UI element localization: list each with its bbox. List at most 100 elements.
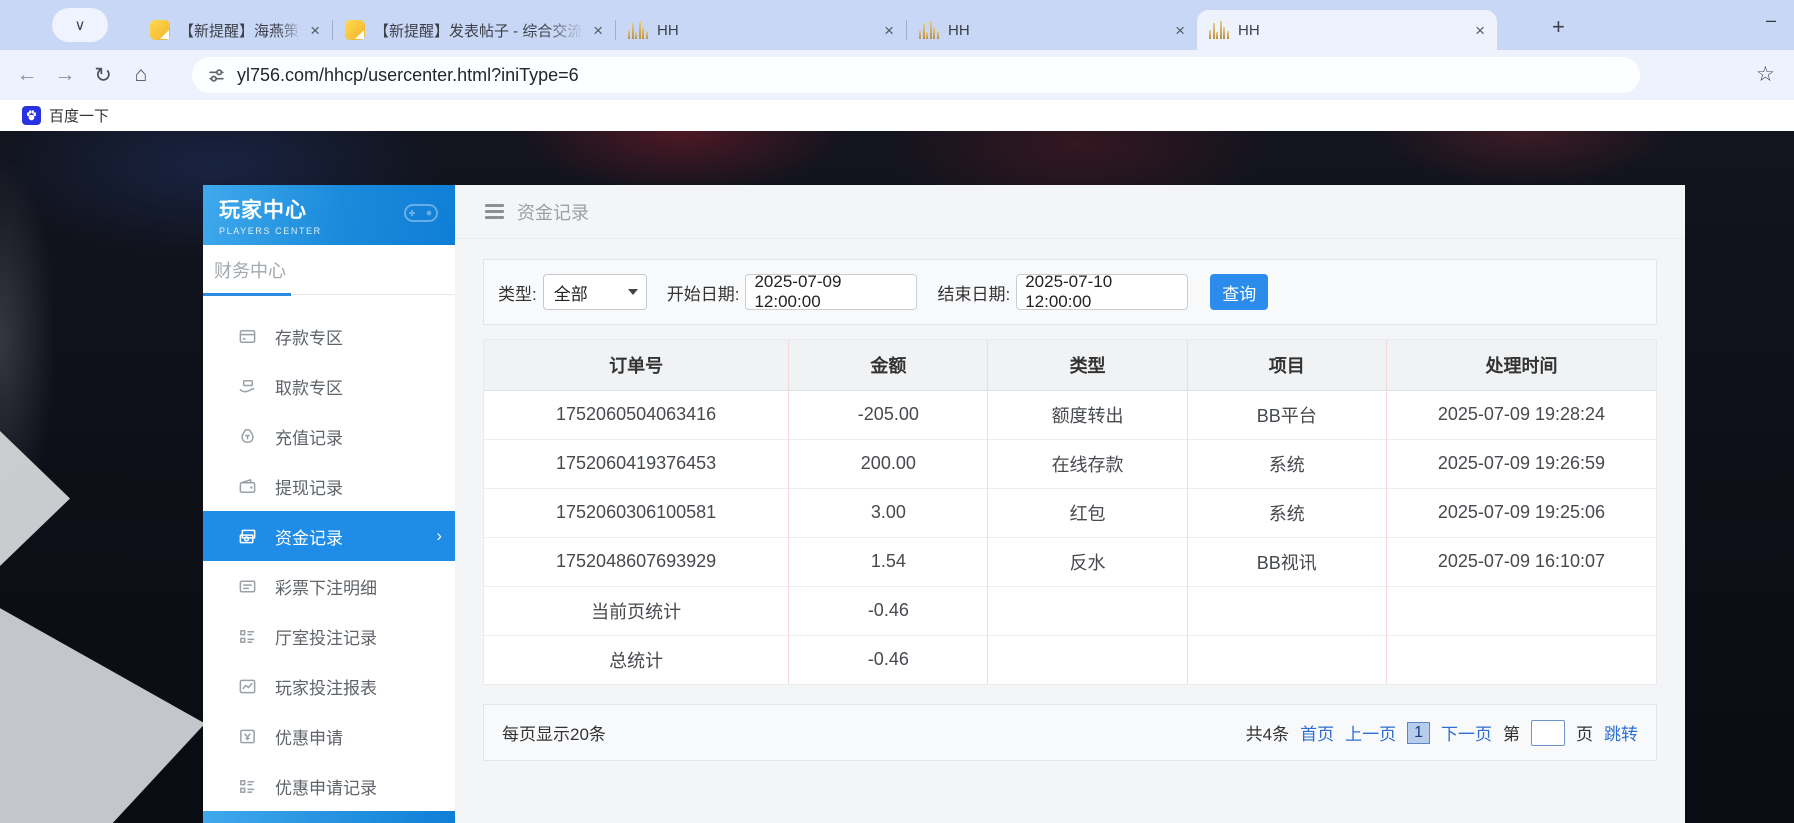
close-icon[interactable]: × [1175, 22, 1185, 39]
cell-order-id: 1752060306100581 [484, 488, 789, 537]
sidebar-item-lottery-bets[interactable]: 彩票下注明细 [203, 561, 455, 611]
cell-type: 额度转出 [988, 390, 1187, 439]
cell-amount: 1.54 [789, 537, 988, 586]
table-summary-row-page: 当前页统计 -0.46 [484, 586, 1656, 635]
start-date-input[interactable]: 2025-07-09 12:00:00 [745, 274, 917, 310]
cell-project: BB视讯 [1187, 537, 1386, 586]
report-chart-icon [237, 676, 257, 696]
cell-project: 系统 [1187, 439, 1386, 488]
filter-bar: 类型: 全部 开始日期: 2025-07-09 12:00:00 结束日期: 2… [483, 259, 1657, 325]
baidu-paw-icon [22, 106, 41, 125]
browser-tab[interactable]: HH × [907, 10, 1197, 50]
sidebar-item-promo-apply-records[interactable]: 优惠申请记录 [203, 761, 455, 811]
close-icon[interactable]: × [593, 22, 603, 39]
deposit-card-icon [237, 326, 257, 346]
moneybag-icon [237, 426, 257, 446]
forward-icon[interactable]: → [46, 63, 84, 87]
back-icon[interactable]: ← [8, 63, 46, 87]
jump-button[interactable]: 跳转 [1604, 720, 1638, 745]
table-summary-row-total: 总统计 -0.46 [484, 635, 1656, 684]
tab-title: HH [948, 22, 1166, 39]
tab-title: 【新提醒】发表帖子 - 综合交流 [374, 20, 584, 41]
table-row: 1752060306100581 3.00 红包 系统 2025-07-09 1… [484, 488, 1656, 537]
cell-amount: 3.00 [789, 488, 988, 537]
sidebar-item-label: 优惠申请记录 [275, 774, 377, 799]
bookmark-item[interactable]: 百度一下 [22, 105, 109, 126]
close-icon[interactable]: × [1475, 22, 1485, 39]
browser-tab[interactable]: 【新提醒】发表帖子 - 综合交流 × [333, 10, 615, 50]
end-date-label: 结束日期: [937, 280, 1010, 305]
jump-suffix-label: 页 [1576, 720, 1593, 745]
coupon-icon [237, 726, 257, 746]
sidebar-item-deposit[interactable]: 存款专区 [203, 311, 455, 361]
reload-icon[interactable]: ↻ [84, 63, 122, 88]
gold-waveform-icon [1209, 21, 1229, 39]
col-project: 项目 [1187, 340, 1386, 390]
sidebar-item-label: 优惠申请 [275, 724, 343, 749]
detail-list-icon [237, 626, 257, 646]
cell-type [988, 586, 1187, 635]
col-type: 类型 [988, 340, 1187, 390]
chevron-right-icon: › [436, 526, 442, 546]
browser-tab[interactable]: 【新提醒】海燕策略论坛综合交 × [138, 10, 332, 50]
hamburger-icon [485, 204, 504, 219]
current-page-badge[interactable]: 1 [1407, 722, 1430, 744]
sidebar-item-promo-apply[interactable]: 优惠申请 [203, 711, 455, 761]
records-table-container: 订单号 金额 类型 项目 处理时间 1752060504063416 -205.… [483, 339, 1657, 685]
detail-list-icon [237, 776, 257, 796]
new-tab-button[interactable]: + [1552, 14, 1565, 40]
sidebar-item-label: 彩票下注明细 [275, 574, 377, 599]
banknotes-icon [237, 526, 257, 546]
cell-process-time: 2025-07-09 19:26:59 [1386, 439, 1656, 488]
sidebar-item-label: 存款专区 [275, 324, 343, 349]
bookmark-star-icon[interactable]: ☆ [1756, 62, 1775, 87]
sidebar-item-fund-records[interactable]: 资金记录 › [203, 511, 455, 561]
wallet-icon [237, 476, 257, 496]
start-date-label: 开始日期: [667, 280, 740, 305]
cell-amount: -0.46 [789, 586, 988, 635]
pagination-controls: 共4条 首页 上一页 1 下一页 第 页 跳转 [1246, 720, 1638, 746]
chat-bubble-icon [345, 20, 365, 40]
cell-process-time: 2025-07-09 19:28:24 [1386, 390, 1656, 439]
query-button[interactable]: 查询 [1210, 274, 1268, 310]
next-page-link[interactable]: 下一页 [1441, 720, 1492, 745]
address-bar[interactable]: yl756.com/hhcp/usercenter.html?iniType=6 [192, 57, 1640, 93]
cell-order-id: 1752048607693929 [484, 537, 789, 586]
close-icon[interactable]: × [884, 22, 894, 39]
sidebar-next-section-header-partial [203, 811, 455, 823]
url-text[interactable]: yl756.com/hhcp/usercenter.html?iniType=6 [237, 65, 579, 86]
cell-amount: 200.00 [789, 439, 988, 488]
close-icon[interactable]: × [310, 22, 320, 39]
sidebar-item-label: 充值记录 [275, 424, 343, 449]
type-select[interactable]: 全部 [543, 274, 647, 310]
sidebar-item-label: 厅室投注记录 [275, 624, 377, 649]
end-date-input[interactable]: 2025-07-10 12:00:00 [1016, 274, 1188, 310]
withdraw-hand-icon [237, 376, 257, 396]
browser-tab-active[interactable]: HH × [1197, 10, 1497, 50]
cell-summary-label: 总统计 [484, 635, 789, 684]
sidebar-item-label: 玩家投注报表 [275, 674, 377, 699]
gold-waveform-icon [919, 21, 939, 39]
prev-page-link[interactable]: 上一页 [1345, 720, 1396, 745]
type-select-value: 全部 [554, 280, 628, 305]
window-minimize-button[interactable]: – [1766, 10, 1776, 31]
background-triangle [0, 431, 70, 566]
sidebar-item-withdraw[interactable]: 取款专区 [203, 361, 455, 411]
jump-page-input[interactable] [1531, 720, 1565, 746]
sidebar-item-hall-bet-records[interactable]: 厅室投注记录 [203, 611, 455, 661]
page-title: 资金记录 [517, 199, 589, 225]
sidebar-item-withdrawal-records[interactable]: 提现记录 [203, 461, 455, 511]
sidebar-item-player-bet-report[interactable]: 玩家投注报表 [203, 661, 455, 711]
cell-order-id: 1752060504063416 [484, 390, 789, 439]
browser-tab[interactable]: HH × [616, 10, 906, 50]
sidebar-item-recharge-records[interactable]: 充值记录 [203, 411, 455, 461]
cell-type [988, 635, 1187, 684]
first-page-link[interactable]: 首页 [1300, 720, 1334, 745]
sidebar-item-label: 取款专区 [275, 374, 343, 399]
site-info-icon[interactable] [208, 67, 225, 84]
tabs-container: 【新提醒】海燕策略论坛综合交 × 【新提醒】发表帖子 - 综合交流 × HH ×… [138, 10, 1497, 50]
cell-order-id: 1752060419376453 [484, 439, 789, 488]
home-icon[interactable]: ⌂ [122, 63, 160, 87]
tab-search-button[interactable]: ∨ [52, 8, 108, 42]
tab-title: 【新提醒】海燕策略论坛综合交 [179, 20, 301, 41]
